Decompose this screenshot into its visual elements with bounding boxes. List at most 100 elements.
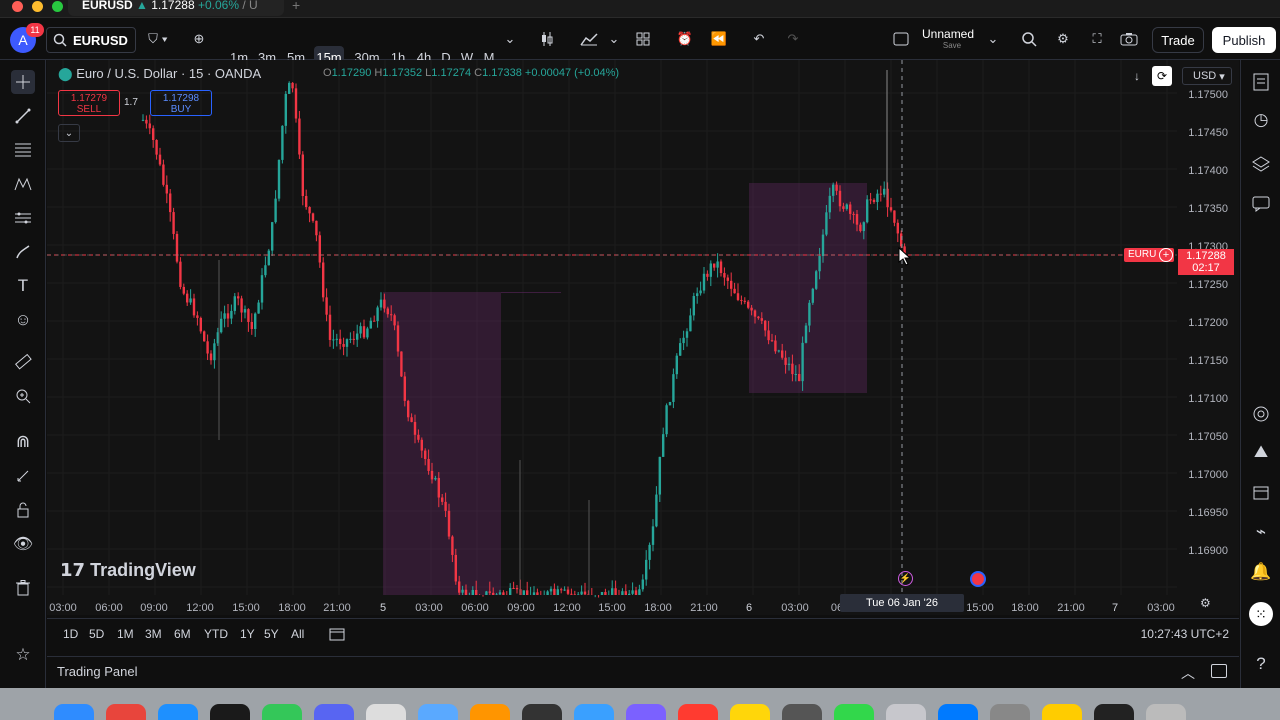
dock-app-icon[interactable] (1146, 704, 1186, 720)
expand-chevron-icon[interactable]: ︿ (1181, 663, 1195, 683)
dock-app-icon[interactable] (262, 704, 302, 720)
range-1M[interactable]: 1M (117, 627, 134, 641)
dock-app-icon[interactable] (210, 704, 250, 720)
utc-clock[interactable]: 10:27:43 UTC+2 (1141, 627, 1229, 641)
layout-chevron-icon[interactable]: ⌄ (984, 28, 1002, 50)
range-5Y[interactable]: 5Y (264, 627, 279, 641)
event-lightning-icon[interactable]: ⚡ (898, 571, 913, 586)
dock-app-icon[interactable] (834, 704, 874, 720)
layers-icon[interactable] (1249, 152, 1273, 176)
alert-icon[interactable]: ⏰ (674, 28, 696, 50)
trade-button[interactable]: Trade (1152, 27, 1204, 53)
interval-dropdown-chevron-icon[interactable]: ⌄ (500, 28, 520, 50)
brush-icon[interactable] (11, 240, 35, 264)
magnet-icon[interactable]: ⋒ (11, 430, 35, 454)
dock-app-icon[interactable] (990, 704, 1030, 720)
range-5D[interactable]: 5D (89, 627, 104, 641)
dock-app-icon[interactable] (678, 704, 718, 720)
redo-icon[interactable]: ↷ (782, 28, 804, 50)
patterns-icon[interactable] (11, 172, 35, 196)
watchlist-icon[interactable] (1249, 70, 1273, 94)
fullscreen-icon[interactable]: ⛶ (1086, 28, 1108, 50)
feed-icon[interactable]: ⌁ (1249, 520, 1273, 544)
economic-event-flag-icon[interactable] (970, 571, 986, 587)
dock-app-icon[interactable] (470, 704, 510, 720)
range-1Y[interactable]: 1Y (240, 627, 255, 641)
maximize-panel-icon[interactable] (1211, 664, 1227, 678)
dock-app-icon[interactable] (938, 704, 978, 720)
dock-app-icon[interactable] (730, 704, 770, 720)
notifications-bell-icon[interactable]: 🔔 (1249, 560, 1273, 584)
symbol-search-button[interactable]: EURUSD (46, 27, 136, 53)
dock-app-icon[interactable] (782, 704, 822, 720)
ruler-icon[interactable] (11, 350, 35, 374)
replay-icon[interactable]: ⏪ (708, 28, 730, 50)
dock-app-icon[interactable] (418, 704, 458, 720)
add-symbol-icon[interactable]: ⊕ (188, 28, 210, 50)
apps-grid-icon[interactable]: ⁙ (1249, 602, 1273, 626)
dock-app-icon[interactable] (522, 704, 562, 720)
calendar-icon[interactable] (1249, 480, 1273, 504)
range-3M[interactable]: 3M (145, 627, 162, 641)
indicators-chevron-icon[interactable]: ⌄ (606, 28, 622, 50)
dock-app-icon[interactable] (1042, 704, 1082, 720)
forecast-icon[interactable] (11, 206, 35, 230)
time-axis[interactable]: 03:00 06:00 09:00 12:00 15:00 18:00 21:00 5 03:0… (47, 596, 1239, 616)
trend-line-icon[interactable] (11, 104, 35, 128)
target-icon[interactable] (1249, 402, 1273, 426)
price-chart[interactable] (47, 60, 1239, 615)
zoom-window-button[interactable] (52, 1, 63, 12)
dock-app-icon[interactable] (106, 704, 146, 720)
dock-app-icon[interactable] (1094, 704, 1134, 720)
dock-app-icon[interactable] (314, 704, 354, 720)
emoji-icon[interactable]: ☺ (11, 308, 35, 332)
sell-button[interactable]: 1.17279 SELL (58, 90, 120, 116)
chart-area[interactable] (47, 60, 1239, 615)
range-1D[interactable]: 1D (63, 627, 78, 641)
go-to-date-icon[interactable] (329, 627, 345, 644)
lock-drawing-icon[interactable] (11, 464, 35, 488)
minimize-window-button[interactable] (32, 1, 43, 12)
alerts-clock-icon[interactable]: ◷ (1249, 108, 1273, 132)
dock-app-icon[interactable] (54, 704, 94, 720)
candle-type-icon[interactable] (536, 28, 558, 50)
crosshair-icon[interactable] (11, 70, 35, 94)
lock-icon[interactable] (11, 498, 35, 522)
download-icon[interactable]: ↓ (1128, 67, 1146, 85)
trash-icon[interactable] (11, 576, 35, 600)
publish-button[interactable]: Publish (1212, 27, 1276, 53)
indicators-icon[interactable] (578, 28, 600, 50)
quick-search-icon[interactable] (1018, 28, 1040, 50)
dock-app-icon[interactable] (574, 704, 614, 720)
zoom-in-icon[interactable] (11, 384, 35, 408)
range-All[interactable]: All (291, 627, 304, 641)
range-YTD[interactable]: YTD (204, 627, 228, 641)
dock-app-icon[interactable] (366, 704, 406, 720)
layout-name-button[interactable]: Unnamed Save (922, 28, 982, 52)
text-tool-icon[interactable]: T (11, 274, 35, 298)
help-icon[interactable]: ? (1249, 652, 1273, 676)
templates-icon[interactable] (632, 28, 654, 50)
collapse-chevron-icon[interactable]: ⌄ (58, 124, 80, 142)
layout-square-icon[interactable] (890, 28, 912, 50)
ideas-icon[interactable]: ⛰ (1249, 440, 1273, 464)
camera-icon[interactable] (1118, 28, 1140, 50)
range-6M[interactable]: 6M (174, 627, 191, 641)
undo-icon[interactable]: ↶ (748, 28, 770, 50)
add-order-plus-icon[interactable]: + (1159, 248, 1173, 262)
currency-select[interactable]: USD ▾ (1182, 67, 1232, 85)
dock-app-icon[interactable] (626, 704, 666, 720)
compare-icon[interactable]: ⛉ ▾ (142, 28, 174, 50)
settings-gear-icon[interactable]: ⚙ (1052, 28, 1074, 50)
dock-app-icon[interactable] (886, 704, 926, 720)
close-window-button[interactable] (12, 1, 23, 12)
favorites-star-icon[interactable]: ☆ (11, 643, 35, 667)
buy-button[interactable]: 1.17298 BUY (150, 90, 212, 116)
eye-icon[interactable]: 👁 (11, 532, 35, 556)
refresh-icon[interactable]: ⟳ (1152, 66, 1172, 86)
axis-settings-gear-icon[interactable]: ⚙ (1200, 596, 1211, 610)
browser-tab[interactable]: EURUSD ▲ 1.17288 +0.06% / U (68, 0, 284, 16)
trading-panel-bar[interactable]: Trading Panel ︿ (47, 656, 1239, 686)
dock-app-icon[interactable] (158, 704, 198, 720)
new-tab-plus-icon[interactable]: + (292, 0, 300, 13)
